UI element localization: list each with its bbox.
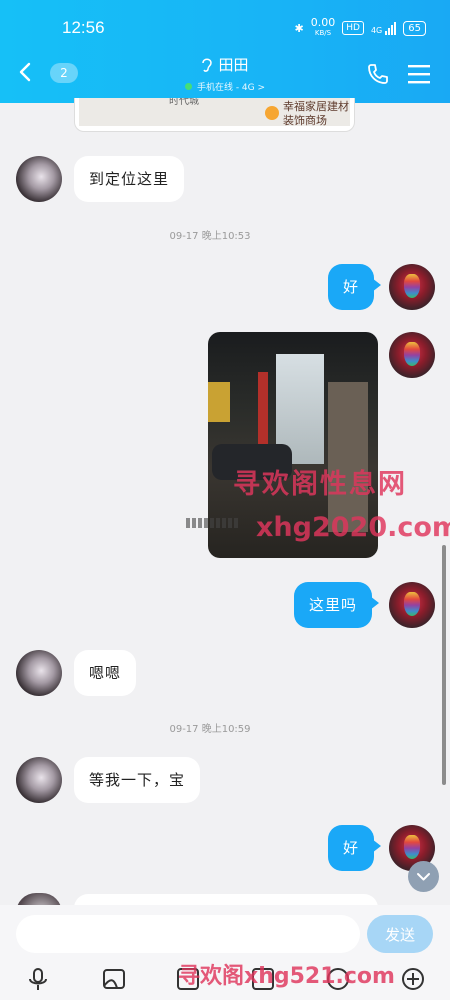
emoji-icon[interactable]	[325, 966, 351, 992]
photo-detail	[212, 444, 292, 480]
photo-detail	[208, 382, 230, 422]
my-avatar[interactable]	[389, 332, 435, 378]
chat-header: 12:56 ✱ 0.00 KB/S HD 4G 65 2 田田 手机在线 - 4…	[0, 0, 450, 103]
send-button[interactable]: 发送	[367, 915, 433, 953]
microphone-icon[interactable]	[25, 966, 51, 992]
message-bubble-outgoing[interactable]: 这里吗	[294, 582, 380, 628]
net-speed: 0.00 KB/S	[310, 16, 336, 37]
hd-icon: HD	[342, 21, 364, 35]
chevron-down-icon	[417, 873, 430, 881]
scrollbar[interactable]	[442, 545, 446, 785]
online-dot	[184, 82, 192, 90]
status-icons: ✱ 0.00 KB/S HD 4G 65	[294, 16, 426, 38]
plus-icon[interactable]	[400, 966, 426, 992]
map-pin-icon	[265, 106, 279, 120]
watermark-decoration	[186, 518, 240, 528]
status-time: 12:56	[62, 18, 105, 37]
camera-icon[interactable]	[175, 966, 201, 992]
contact-status: 手机在线 - 4G >	[196, 82, 266, 93]
battery-icon: 65	[403, 20, 426, 36]
file-icon[interactable]	[250, 966, 276, 992]
time-separator: 09-17 晚上10:53	[169, 231, 251, 242]
my-avatar[interactable]	[389, 264, 435, 310]
contact-name: 田田	[218, 56, 249, 74]
map-place-name: 幸福家居建材 装饰商场	[283, 100, 349, 127]
composer-toolbar	[0, 963, 450, 1000]
map-preview: 时代城 幸福家居建材 装饰商场	[79, 98, 350, 127]
contact-avatar[interactable]	[16, 156, 62, 202]
contact-avatar[interactable]	[16, 650, 62, 696]
image-icon[interactable]	[101, 966, 127, 992]
scroll-to-bottom-button[interactable]	[408, 861, 439, 892]
signal-icon: 4G	[371, 21, 397, 35]
message-bubble-outgoing[interactable]: 好	[328, 825, 382, 871]
contact-avatar[interactable]	[16, 757, 62, 803]
ear-icon	[202, 58, 213, 72]
message-bubble-incoming[interactable]: 到定位这里	[74, 156, 185, 202]
photo-detail	[328, 382, 368, 532]
bluetooth-icon: ✱	[294, 21, 304, 35]
message-bubble-outgoing[interactable]: 好	[328, 264, 382, 310]
menu-icon[interactable]	[408, 64, 430, 84]
message-bubble-incoming[interactable]: 嗯嗯	[74, 650, 137, 696]
map-road-label: 时代城	[169, 98, 199, 107]
photo-detail	[258, 372, 268, 452]
time-separator: 09-17 晚上10:59	[169, 724, 251, 735]
message-input[interactable]	[16, 915, 360, 953]
my-avatar[interactable]	[389, 582, 435, 628]
phone-call-icon[interactable]	[366, 62, 390, 86]
location-card[interactable]: 时代城 幸福家居建材 装饰商场	[74, 98, 355, 132]
message-bubble-incoming[interactable]: 等我一下，宝	[74, 757, 201, 803]
